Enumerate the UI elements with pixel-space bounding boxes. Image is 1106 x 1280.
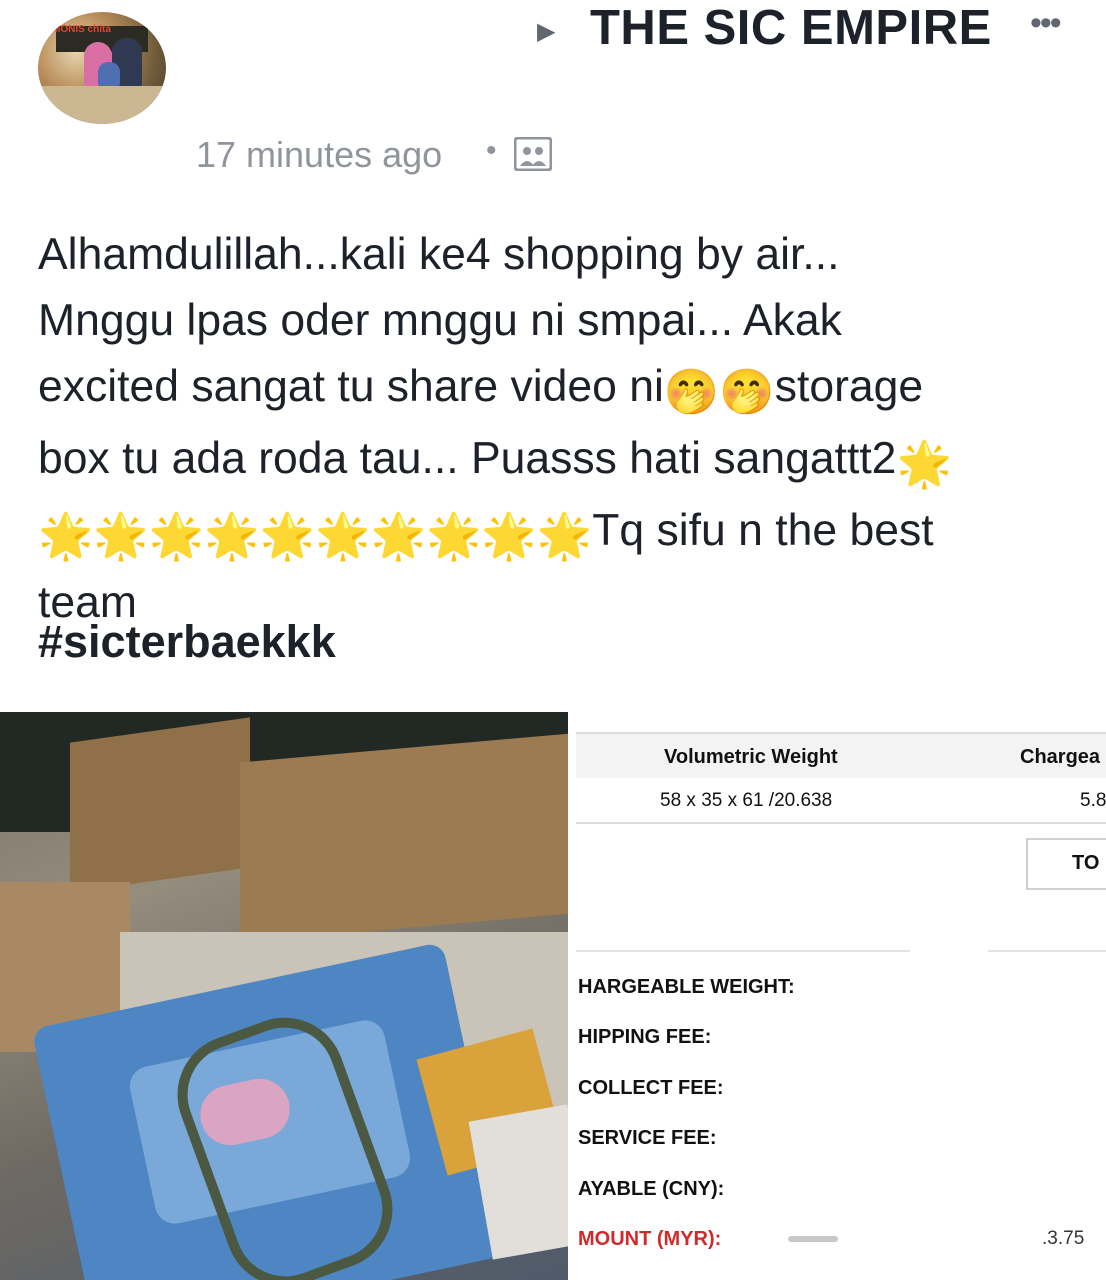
shared-to-arrow-icon: ▶	[537, 18, 556, 45]
star-emoji-icon: 🌟	[93, 512, 149, 561]
star-emoji-icon: 🌟	[38, 512, 94, 561]
more-options-icon[interactable]: •••	[1030, 4, 1062, 43]
star-emoji-icon: 🌟	[481, 512, 537, 561]
post-line: excited sangat tu share video ni🤭🤭storag…	[38, 354, 1098, 426]
receipt-amount-value: .3.75	[1042, 1228, 1085, 1249]
hashtag-link[interactable]: #sicterbaekkk	[38, 616, 336, 668]
receipt-chargeable-weight-label: HARGEABLE WEIGHT:	[578, 976, 795, 998]
receipt-divider	[988, 950, 1106, 952]
receipt-total-button: TO	[1026, 838, 1106, 890]
avatar-table	[38, 86, 166, 124]
post-receipt-image[interactable]: Volumetric Weight Chargea 58 x 35 x 61 /…	[568, 712, 1106, 1280]
hand-over-mouth-emoji-icon: 🤭	[663, 368, 720, 417]
star-emoji-icon: 🌟	[425, 512, 482, 561]
post-text-segment: storage	[774, 362, 924, 411]
page-avatar[interactable]: MONIS chita	[38, 12, 166, 124]
cardboard-box	[240, 733, 568, 943]
post-line: Mnggu lpas oder mnggu ni smpai... Akak	[38, 296, 842, 345]
post-text-segment: excited sangat tu share video ni	[38, 362, 664, 411]
star-emoji-icon: 🌟	[259, 512, 316, 561]
receipt-divider	[576, 822, 1106, 824]
post-line: 🌟🌟🌟🌟🌟🌟🌟🌟🌟🌟Tq sifu n the best	[38, 498, 1098, 570]
audience-photo-icon	[514, 137, 552, 171]
receipt-col-volumetric: Volumetric Weight	[664, 746, 838, 768]
star-emoji-icon: 🌟	[370, 512, 426, 561]
post-text-segment: box tu ada roda tau... Puasss hati sanga…	[38, 434, 897, 483]
receipt-collect-fee-label: COLLECT FEE:	[578, 1077, 724, 1099]
receipt-payable-label: AYABLE (CNY):	[578, 1178, 725, 1200]
post-line: Alhamdulillah...kali ke4 shopping by air…	[38, 230, 840, 279]
star-emoji-icon: 🌟	[148, 512, 205, 561]
receipt-col-chargeable: Chargea	[1020, 746, 1101, 768]
receipt-divider	[576, 732, 1106, 734]
receipt-volumetric-value: 58 x 35 x 61 /20.638	[660, 790, 833, 811]
star-emoji-icon: 🌟	[204, 512, 260, 561]
post-timestamp[interactable]: 17 minutes ago	[196, 134, 442, 176]
star-emoji-icon: 🌟	[315, 512, 371, 561]
star-emoji-icon: 🌟	[896, 440, 952, 489]
post-video-thumbnail[interactable]	[0, 712, 568, 1280]
page-name-link[interactable]: THE SIC EMPIRE	[590, 0, 992, 56]
post-message: Alhamdulillah...kali ke4 shopping by air…	[38, 222, 1098, 636]
cardboard-box	[70, 717, 250, 893]
receipt-redacted-value	[788, 1236, 838, 1242]
receipt-amount-label: MOUNT (MYR):	[578, 1228, 722, 1250]
receipt-divider	[576, 950, 910, 952]
receipt-service-fee-label: SERVICE FEE:	[578, 1127, 717, 1149]
post-line: box tu ada roda tau... Puasss hati sanga…	[38, 426, 1098, 498]
receipt-chargeable-value: 5.8	[1080, 790, 1106, 811]
receipt-shipping-fee-label: HIPPING FEE:	[578, 1026, 712, 1048]
hand-over-mouth-emoji-icon: 🤭	[719, 368, 775, 417]
receipt-total-label: TO	[1072, 852, 1100, 874]
meta-separator: •	[486, 134, 497, 167]
post-text-segment: Tq sifu n the best	[592, 506, 934, 555]
avatar-brand-text: MONIS chita	[52, 24, 111, 35]
star-emoji-icon: 🌟	[536, 512, 593, 561]
